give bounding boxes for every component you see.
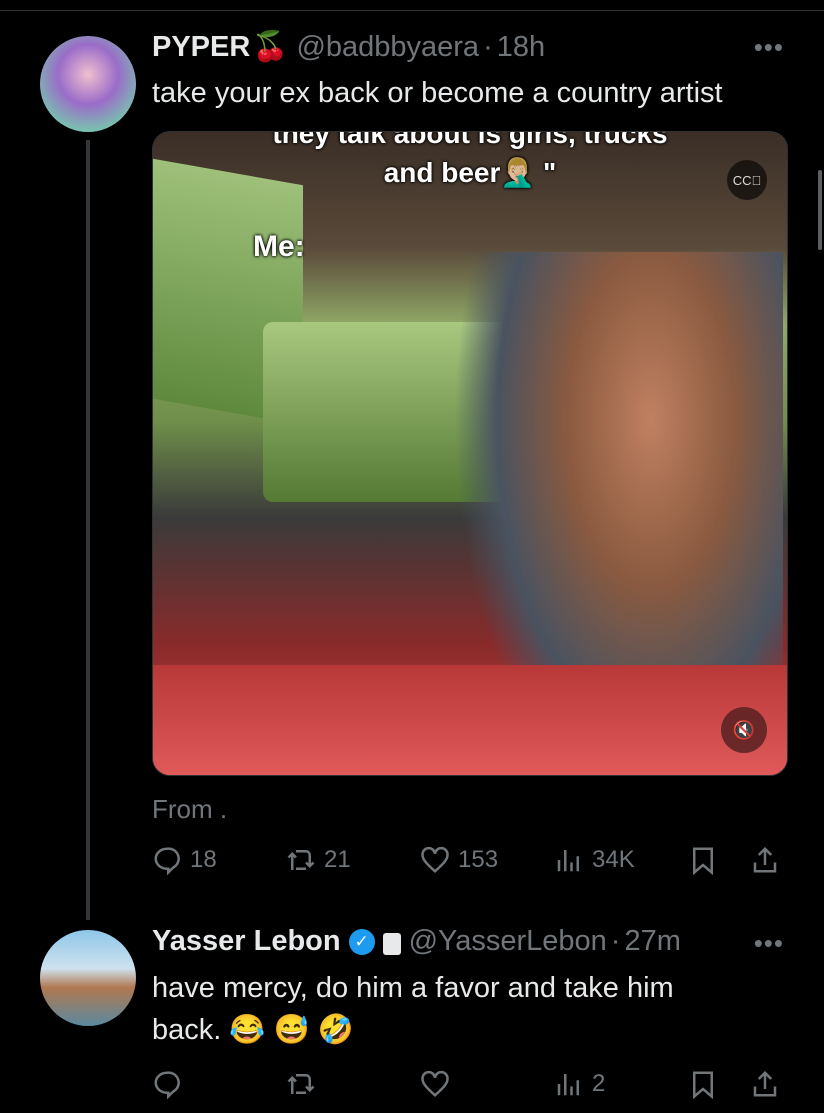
divider (0, 10, 824, 11)
display-name[interactable]: Yasser Lebon (152, 925, 341, 958)
share-button[interactable] (750, 1069, 780, 1099)
share-button[interactable] (750, 845, 780, 875)
source-text: From . (152, 794, 228, 824)
repost-button[interactable] (286, 1069, 316, 1099)
reply-count: 18 (190, 846, 217, 873)
separator: · (483, 30, 493, 63)
avatar-yasser[interactable] (40, 930, 136, 1026)
speaker-muted-icon[interactable]: 🔇 (721, 707, 767, 753)
like-button[interactable] (420, 1069, 450, 1099)
heart-icon (421, 1070, 449, 1097)
views-button[interactable]: 34K (554, 845, 635, 875)
video-caption-top: they talk about is girls, trucks (272, 131, 668, 149)
reply-icon (154, 847, 180, 875)
views-chart-icon (557, 1074, 579, 1096)
tweet-header: Yasser Lebon ✓ @YasserLebon · 27m (152, 925, 681, 958)
bookmark-button[interactable] (688, 1069, 718, 1099)
share-icon (753, 846, 777, 873)
like-button[interactable]: 153 (420, 845, 498, 875)
like-count: 153 (458, 846, 499, 873)
views-chart-icon (557, 850, 579, 872)
bookmark-button[interactable] (688, 845, 718, 875)
separator: · (610, 925, 621, 957)
scrollbar[interactable] (818, 170, 822, 250)
video-frame-seat (153, 665, 787, 775)
bookmark-icon (693, 847, 713, 875)
tweet-actions: 2 (152, 1066, 792, 1102)
video-player[interactable]: they talk about is girls, trucks and bee… (152, 131, 788, 776)
repost-count: 21 (324, 846, 351, 873)
reply-button[interactable] (152, 1069, 182, 1099)
video-overlay-label: Me: (253, 230, 305, 263)
timestamp[interactable]: 18h (497, 31, 545, 64)
avatar-pyper[interactable] (40, 36, 136, 132)
tweet-header: PYPER 🍒 @badbbyaera · 18h (152, 30, 545, 64)
cherry-emoji: 🍒 (252, 31, 289, 63)
tweet-text-line2: back. 😂 😅 🤣 (152, 1014, 354, 1046)
tweet-text: take your ex back or become a country ar… (152, 77, 723, 109)
repost-button[interactable]: 21 (286, 845, 351, 875)
repost-icon (287, 850, 315, 870)
more-options-icon[interactable]: ••• (754, 928, 784, 959)
verified-badge-icon: ✓ (348, 928, 375, 955)
share-icon (753, 1070, 777, 1097)
captions-off-icon[interactable]: CC⃠ (727, 160, 767, 200)
views-count: 2 (592, 1070, 606, 1097)
tweet-text-line1: have mercy, do him a favor and take him (152, 972, 674, 1004)
heart-icon (421, 846, 449, 873)
lock-icon (382, 932, 401, 955)
tweet-actions: 18 21 153 34K (152, 842, 792, 878)
video-caption-line2: and beer🤦🏼‍♂️ " (383, 157, 557, 188)
timestamp[interactable]: 27m (624, 925, 680, 958)
bookmark-icon (693, 1071, 713, 1099)
repost-icon (287, 1074, 315, 1094)
views-count: 34K (592, 846, 635, 873)
handle[interactable]: @badbbyaera (296, 31, 479, 64)
thread-line (86, 140, 90, 920)
more-options-icon[interactable]: ••• (754, 32, 784, 63)
display-name[interactable]: PYPER (152, 31, 250, 64)
handle[interactable]: @YasserLebon (409, 925, 607, 958)
reply-icon (154, 1071, 180, 1099)
views-button[interactable]: 2 (554, 1069, 605, 1099)
reply-button[interactable]: 18 (152, 845, 217, 875)
